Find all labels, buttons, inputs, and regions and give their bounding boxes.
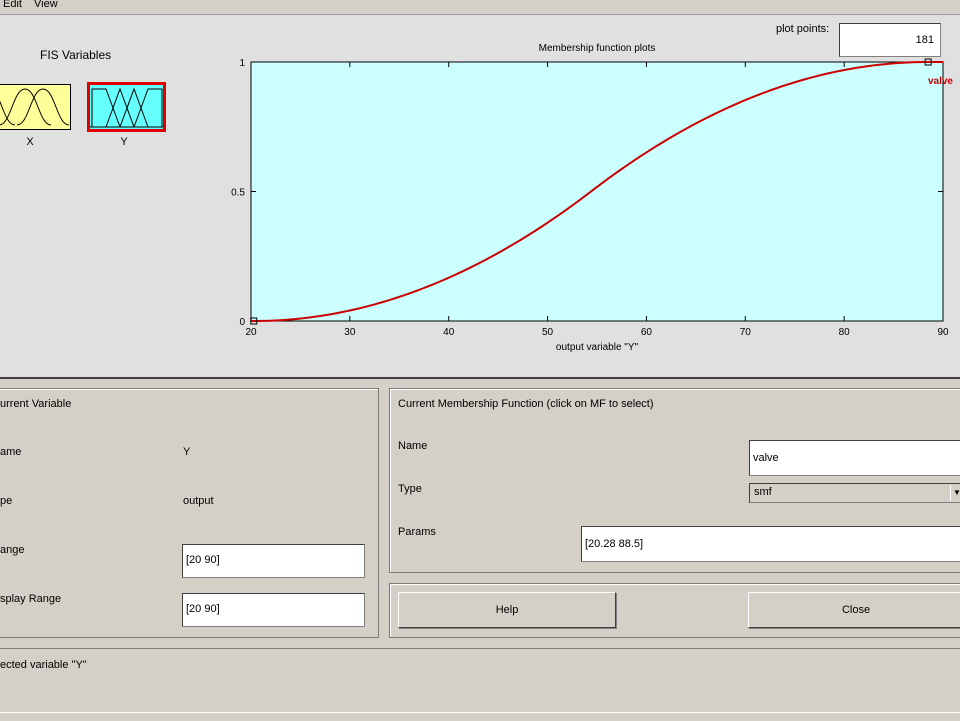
variable-range-input[interactable]: [20 90] [182,544,365,578]
x-tick-label: 60 [641,327,653,338]
help-button[interactable]: Help [398,592,616,628]
input-variable-x-label: X [26,136,34,148]
mf-type-label: Type [398,483,422,495]
mf-curve-label: valve [928,76,953,87]
variable-name-label: ame [0,446,22,458]
status-bar: ected variable "Y" [0,648,960,707]
y-tick-label: 0.5 [231,188,245,199]
x-tick-label: 40 [443,327,455,338]
output-mf-icon [90,87,163,128]
variable-name-value: Y [183,446,191,458]
mf-type-select[interactable]: smf ▼ [749,483,960,503]
menu-edit[interactable]: Edit [3,0,22,10]
display-range-label: splay Range [0,593,62,605]
current-variable-title: urrent Variable [0,398,72,410]
input-mf-icon [0,88,70,126]
output-variable-y-box[interactable] [87,82,166,132]
plot-points-label: plot points: [776,23,830,35]
membership-function-plot[interactable]: Membership function plots 20 30 40 50 60 70 80 9… [220,38,960,358]
mf-params-input[interactable]: [20.28 88.5] [581,526,960,562]
chevron-down-icon[interactable]: ▼ [950,485,960,501]
current-mf-title: Current Membership Function (click on MF… [398,398,654,410]
x-axis-label: output variable "Y" [556,342,639,353]
chart-title: Membership function plots [539,43,656,54]
status-text: ected variable "Y" [0,659,87,671]
x-tick-label: 50 [542,327,554,338]
menu-bar: Edit View [0,0,960,15]
x-tick-label: 90 [937,327,949,338]
mf-name-label: Name [398,440,428,452]
plot-area [250,61,944,322]
variable-type-value: output [183,495,214,507]
output-variable-y-label: Y [120,136,128,148]
mf-type-value: smf [754,486,772,498]
variable-type-label: pe [0,495,13,507]
x-tick-label: 70 [740,327,752,338]
display-range-input[interactable]: [20 90] [182,593,365,627]
x-tick-label: 30 [344,327,356,338]
mf-params-label: Params [398,526,436,538]
x-tick-label: 80 [839,327,851,338]
input-variable-x-box[interactable] [0,84,71,130]
variable-range-label: ange [0,544,25,556]
y-tick-label: 0 [239,317,245,328]
y-tick-label: 1 [239,58,245,69]
fis-variables-title: FIS Variables [40,48,112,62]
menu-view[interactable]: View [34,0,58,10]
mf-name-input[interactable]: valve [749,440,960,476]
x-tick-label: 20 [245,327,257,338]
close-button[interactable]: Close [748,592,960,628]
